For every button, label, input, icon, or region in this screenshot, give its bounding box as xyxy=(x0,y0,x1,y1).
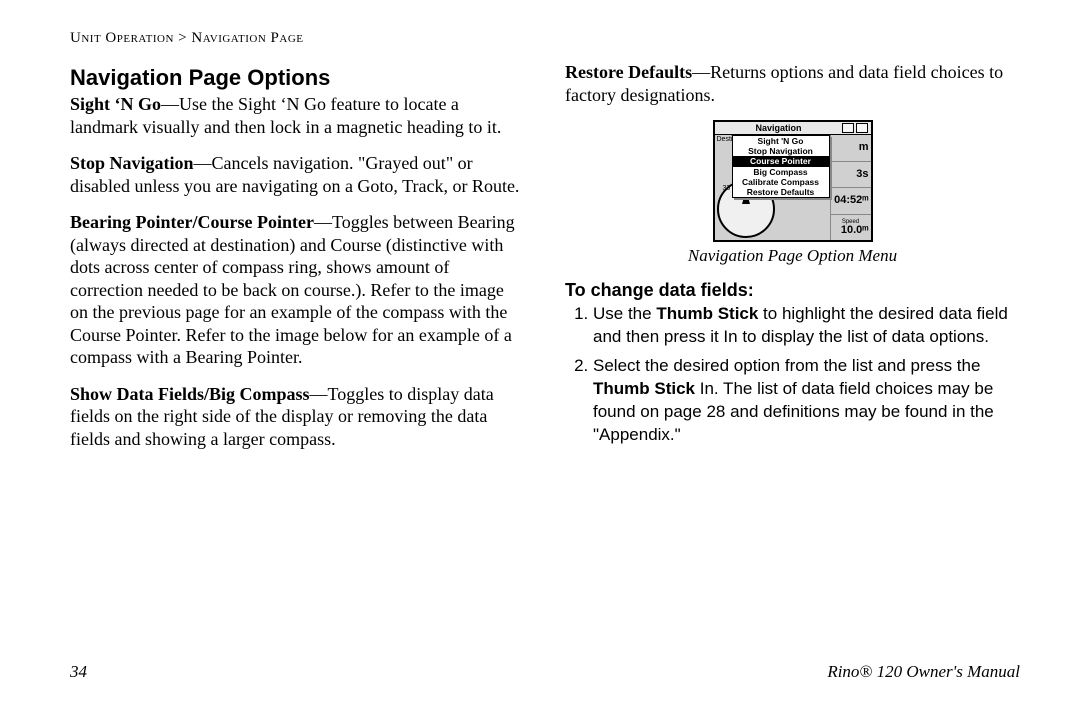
device-title-text: Navigation xyxy=(718,123,840,133)
data-field-4-value: 10.0ᵐ xyxy=(833,225,869,236)
option-bearing-course-pointer-desc: —Toggles between Bearing (always directe… xyxy=(70,212,515,367)
figure-caption: Navigation Page Option Menu xyxy=(565,246,1020,266)
step-2-text-a: Select the desired option from the list … xyxy=(593,356,980,375)
option-bearing-course-pointer: Bearing Pointer/Course Pointer—Toggles b… xyxy=(70,211,525,369)
option-stop-navigation: Stop Navigation—Cancels navigation. "Gra… xyxy=(70,152,525,197)
menu-sight-n-go: Sight 'N Go xyxy=(733,136,829,146)
breadcrumb-sep: > xyxy=(174,30,191,46)
page-footer: 34 Rino® 120 Owner's Manual xyxy=(70,662,1020,682)
device-screenshot: Navigation Destina Sight 'N Go xyxy=(713,120,873,242)
device-titlebar: Navigation xyxy=(715,122,871,135)
option-restore-defaults: Restore Defaults—Returns options and dat… xyxy=(565,61,1020,106)
right-column: Restore Defaults—Returns options and dat… xyxy=(565,61,1020,464)
step-2-bold: Thumb Stick xyxy=(593,379,695,398)
manual-title: Rino® 120 Owner's Manual xyxy=(827,662,1020,682)
data-field-1-value: m xyxy=(833,142,869,153)
menu-restore-defaults: Restore Defaults xyxy=(733,187,829,197)
breadcrumb-page: Navigation Page xyxy=(191,30,303,46)
option-sight-n-go: Sight ‘N Go—Use the Sight ‘N Go feature … xyxy=(70,93,525,138)
data-field-3: 04:52ᵐ xyxy=(831,187,871,214)
option-stop-navigation-title: Stop Navigation xyxy=(70,153,194,173)
page-heading: Navigation Page Options xyxy=(70,65,525,91)
breadcrumb-section: Unit Operation xyxy=(70,30,174,46)
step-1-text-a: Use the xyxy=(593,304,656,323)
data-field-4: Speed 10.0ᵐ xyxy=(831,214,871,241)
figure-nav-option-menu: Navigation Destina Sight 'N Go xyxy=(565,120,1020,266)
step-1: Use the Thumb Stick to highlight the des… xyxy=(593,303,1020,349)
option-show-data-fields: Show Data Fields/Big Compass—Toggles to … xyxy=(70,383,525,451)
breadcrumb: Unit Operation > Navigation Page xyxy=(70,30,1020,47)
options-menu: Sight 'N Go Stop Navigation Course Point… xyxy=(732,135,830,198)
menu-icon xyxy=(842,123,854,133)
menu-big-compass: Big Compass xyxy=(733,167,829,177)
option-show-data-fields-title: Show Data Fields/Big Compass xyxy=(70,384,310,404)
data-field-2: 3s xyxy=(831,161,871,188)
option-sight-n-go-title: Sight ‘N Go xyxy=(70,94,161,114)
menu-course-pointer: Course Pointer xyxy=(733,156,829,166)
data-field-1: m xyxy=(831,135,871,161)
option-bearing-course-pointer-title: Bearing Pointer/Course Pointer xyxy=(70,212,314,232)
step-1-bold: Thumb Stick xyxy=(656,304,758,323)
close-icon xyxy=(856,123,868,133)
menu-stop-navigation: Stop Navigation xyxy=(733,146,829,156)
step-2: Select the desired option from the list … xyxy=(593,355,1020,447)
data-fields-panel: m 3s 04:52ᵐ Speed 10.0ᵐ xyxy=(830,135,871,240)
menu-calibrate-compass: Calibrate Compass xyxy=(733,177,829,187)
steps-list: Use the Thumb Stick to highlight the des… xyxy=(565,303,1020,447)
option-restore-defaults-title: Restore Defaults xyxy=(565,62,692,82)
data-field-2-value: 3s xyxy=(833,169,869,180)
data-field-3-value: 04:52ᵐ xyxy=(833,195,869,206)
left-column: Navigation Page Options Sight ‘N Go—Use … xyxy=(70,61,525,464)
subheading-change-data-fields: To change data fields: xyxy=(565,280,1020,301)
page-number: 34 xyxy=(70,662,87,682)
